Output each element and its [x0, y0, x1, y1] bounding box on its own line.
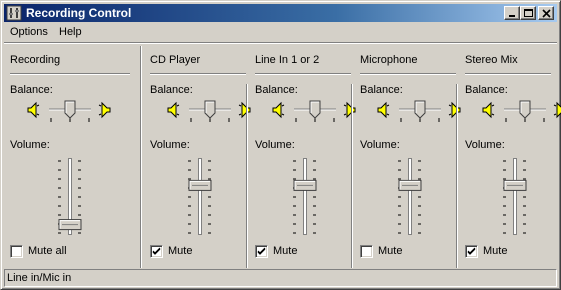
checkmark-icon	[467, 247, 476, 255]
balance-label: Balance:	[465, 84, 508, 96]
speaker-left-icon	[482, 101, 495, 119]
channel-divider	[150, 73, 246, 75]
minimize-button[interactable]	[504, 6, 520, 20]
balance-slider[interactable]	[27, 99, 127, 129]
channel-line-in: Line In 1 or 2 Balance: Volume: Mute	[255, 45, 356, 267]
mute-checkbox[interactable]	[360, 245, 373, 258]
channel-microphone: Microphone Balance: Volume: Mute	[360, 45, 461, 267]
status-text: Line in/Mic in	[7, 272, 72, 284]
balance-label: Balance:	[255, 84, 298, 96]
close-icon	[542, 9, 551, 18]
volume-slider[interactable]	[390, 156, 430, 236]
mixer-icon	[6, 5, 22, 21]
volume-label: Volume:	[255, 139, 295, 151]
recording-control-window: Recording Control Options Help Recording…	[0, 0, 561, 290]
channel-name: CD Player	[150, 54, 201, 66]
speaker-left-icon	[272, 101, 285, 119]
mute-label[interactable]: Mute all	[28, 245, 67, 257]
menu-bar: Options Help	[4, 23, 557, 42]
volume-slider[interactable]	[495, 156, 535, 236]
maximize-icon	[524, 9, 533, 17]
channel-divider	[10, 73, 130, 75]
channel-divider	[465, 73, 551, 75]
speaker-right-icon	[448, 101, 461, 119]
channel-name: Recording	[10, 54, 61, 66]
volume-slider[interactable]	[285, 156, 325, 236]
volume-label: Volume:	[150, 139, 190, 151]
channel-name: Line In 1 or 2	[255, 54, 320, 66]
column-separator	[246, 84, 248, 268]
status-bar: Line in/Mic in	[4, 269, 557, 287]
mute-label[interactable]: Mute	[483, 245, 507, 257]
maximize-button[interactable]	[520, 6, 536, 20]
channel-stereo-mix: Stereo Mix Balance: Volume: Mute	[465, 45, 561, 267]
balance-label: Balance:	[360, 84, 403, 96]
mute-label[interactable]: Mute	[168, 245, 192, 257]
channel-cd-player: CD Player Balance: Volume: Mute	[150, 45, 251, 267]
speaker-left-icon	[167, 101, 180, 119]
minimize-icon	[509, 15, 515, 17]
balance-label: Balance:	[10, 84, 53, 96]
balance-slider[interactable]	[482, 99, 561, 129]
column-separator	[351, 84, 353, 268]
column-separator	[140, 46, 142, 268]
window-title: Recording Control	[26, 6, 132, 20]
checkmark-icon	[152, 247, 161, 255]
volume-slider[interactable]	[180, 156, 220, 236]
channel-name: Stereo Mix	[465, 54, 518, 66]
mute-label[interactable]: Mute	[273, 245, 297, 257]
speaker-left-icon	[27, 101, 40, 119]
channel-divider	[360, 73, 456, 75]
mute-checkbox[interactable]	[465, 245, 478, 258]
volume-slider[interactable]	[50, 156, 90, 236]
channel-divider	[255, 73, 351, 75]
channel-recording: Recording Balance: Volume: Mute all	[10, 45, 132, 267]
column-separator	[456, 84, 458, 268]
channel-name: Microphone	[360, 54, 418, 66]
balance-label: Balance:	[150, 84, 193, 96]
speaker-right-icon	[98, 101, 111, 119]
mute-checkbox[interactable]	[255, 245, 268, 258]
menu-separator	[4, 42, 557, 44]
volume-label: Volume:	[360, 139, 400, 151]
speaker-right-icon	[238, 101, 251, 119]
speaker-right-icon	[343, 101, 356, 119]
balance-slider[interactable]	[272, 99, 372, 129]
close-button[interactable]	[538, 6, 554, 20]
mute-checkbox[interactable]	[150, 245, 163, 258]
volume-label: Volume:	[465, 139, 505, 151]
title-bar[interactable]: Recording Control	[4, 4, 557, 22]
mute-checkbox[interactable]	[10, 245, 23, 258]
menu-options[interactable]: Options	[10, 26, 48, 38]
balance-slider[interactable]	[167, 99, 267, 129]
menu-help[interactable]: Help	[59, 26, 82, 38]
mute-label[interactable]: Mute	[378, 245, 402, 257]
speaker-right-icon	[553, 101, 561, 119]
speaker-left-icon	[377, 101, 390, 119]
balance-slider[interactable]	[377, 99, 477, 129]
checkmark-icon	[257, 247, 266, 255]
volume-label: Volume:	[10, 139, 50, 151]
